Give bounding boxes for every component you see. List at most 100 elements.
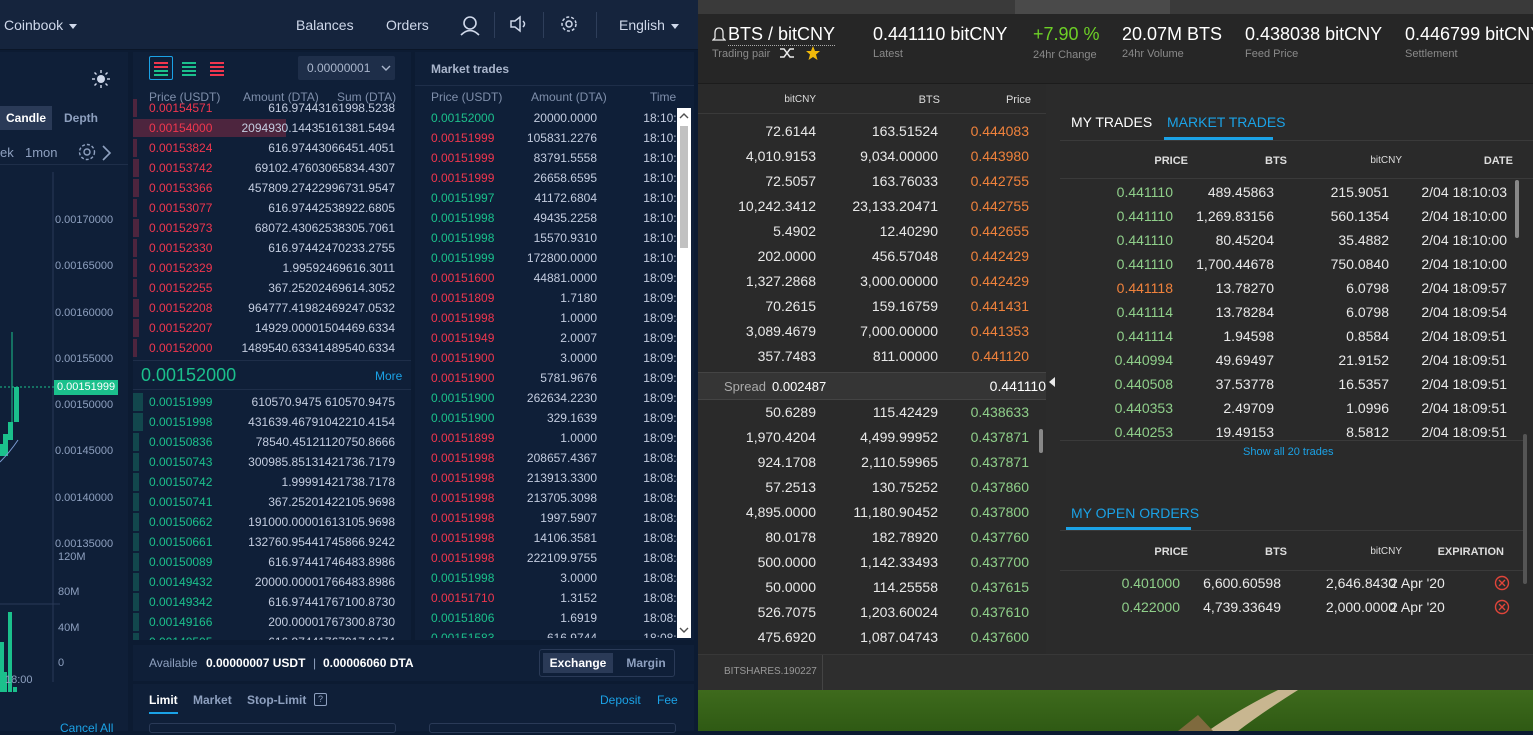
ask-row[interactable]: 0.00153077 616.97442538922.6805 [133, 198, 411, 218]
balances-link[interactable]: Balances [296, 17, 354, 33]
bid-row[interactable]: 1,970.4204 4,499.99952 0.437871 [698, 425, 1038, 450]
exchange-tab[interactable]: Exchange [543, 653, 613, 673]
amount-input[interactable] [429, 723, 676, 733]
ask-row[interactable]: 0.00152255 367.25202469614.3052 [133, 278, 411, 298]
trade-price: 0.00151998 [431, 311, 495, 325]
candle-chart[interactable] [0, 172, 128, 692]
ask-row[interactable]: 0.00152000 1489540.63341489540.6334 [133, 338, 411, 358]
star-icon[interactable] [805, 45, 821, 61]
chevron-up-icon[interactable] [679, 112, 689, 120]
margin-tab[interactable]: Margin [620, 653, 672, 673]
bid-row[interactable]: 0.00149432 20000.00001766483.8986 [133, 572, 411, 592]
order-price: 0.441120 [971, 348, 1029, 364]
ask-row[interactable]: 5.4902 12.40290 0.442655 [698, 219, 1038, 244]
ask-row[interactable]: 0.00152208 964777.41982469247.0532 [133, 298, 411, 318]
bid-row[interactable]: 0.00150742 1.99991421738.7178 [133, 472, 411, 492]
window-tab[interactable] [1015, 0, 1170, 14]
tab-depth[interactable]: Depth [56, 106, 106, 130]
bid-row[interactable]: 0.00150662 191000.00001613105.9698 [133, 512, 411, 532]
ask-row[interactable]: 70.2615 159.16759 0.441431 [698, 294, 1038, 319]
ask-row[interactable]: 0.00153742 69102.47603065834.4307 [133, 158, 411, 178]
tab-candle[interactable]: Candle [0, 106, 52, 130]
ask-row[interactable]: 3,089.4679 7,000.00000 0.441353 [698, 319, 1038, 344]
show-all-trades-link[interactable]: Show all 20 trades [1243, 446, 1334, 458]
bid-row[interactable]: 924.1708 2,110.59965 0.437871 [698, 450, 1038, 475]
chevron-right-icon[interactable] [99, 144, 113, 162]
bid-row[interactable]: 526.7075 1,203.60024 0.437610 [698, 600, 1038, 625]
deposit-link[interactable]: Deposit [600, 693, 641, 707]
bid-row[interactable]: 0.00149166 200.00001767300.8730 [133, 612, 411, 632]
ask-row[interactable]: 0.00154571 616.97443161998.5238 [133, 98, 411, 118]
bid-row[interactable]: 50.6289 115.42429 0.438633 [698, 400, 1038, 425]
bid-row[interactable]: 57.2513 130.75252 0.437860 [698, 475, 1038, 500]
ask-row[interactable]: 0.00152973 68072.43062538305.7061 [133, 218, 411, 238]
ask-row[interactable]: 357.7483 811.00000 0.441120 [698, 344, 1038, 369]
sun-icon[interactable] [91, 69, 111, 89]
chevron-down-icon[interactable] [679, 626, 689, 634]
orderbook-bids-icon[interactable] [178, 57, 200, 79]
ask-row[interactable]: 10,242.3412 23,133.20471 0.442755 [698, 194, 1038, 219]
ask-row[interactable]: 0.00152329 1.99592469616.3011 [133, 258, 411, 278]
bid-row[interactable]: 0.00151999 610570.9475 610570.9475 [133, 392, 411, 412]
ask-row[interactable]: 0.00153824 616.97443066451.4051 [133, 138, 411, 158]
gear-icon[interactable] [560, 15, 578, 33]
scrollbar-thumb[interactable] [1039, 429, 1043, 453]
help-icon[interactable]: ? [314, 693, 327, 706]
more-link[interactable]: More [375, 369, 402, 383]
shuffle-icon[interactable] [779, 46, 795, 60]
bid-row[interactable]: 0.00148505 616.97441767917.8474 [133, 632, 411, 640]
price-input[interactable] [149, 723, 396, 733]
scrollbar-thumb[interactable] [1523, 434, 1527, 584]
brand-dropdown[interactable]: Coinbook [4, 17, 78, 33]
bid-row[interactable]: 475.6920 1,087.04743 0.437600 [698, 625, 1038, 650]
open-orders-title[interactable]: MY OPEN ORDERS [1071, 505, 1199, 521]
scrollbar-thumb[interactable] [1515, 180, 1519, 238]
tab-stop-limit[interactable]: Stop-Limit [247, 693, 306, 707]
bid-row[interactable]: 500.0000 1,142.33493 0.437700 [698, 550, 1038, 575]
trade-price: 0.00152000 [431, 111, 495, 125]
bid-row[interactable]: 50.0000 114.25558 0.437615 [698, 575, 1038, 600]
change-value: +7.90 % [1033, 24, 1100, 44]
precision-select[interactable]: 0.00000001 [298, 56, 395, 80]
trading-pair[interactable]: BTS / bitCNY [728, 24, 836, 46]
tab-my-trades[interactable]: MY TRADES [1071, 114, 1152, 130]
bid-row[interactable]: 4,895.0000 11,180.90452 0.437800 [698, 500, 1038, 525]
cancel-order-icon[interactable] [1494, 599, 1510, 615]
ask-row[interactable]: 0.00154000 2094930.14435161381.5494 [133, 118, 411, 138]
ask-row[interactable]: 1,327.2868 3,000.00000 0.442429 [698, 269, 1038, 294]
tab-limit[interactable]: Limit [149, 693, 178, 707]
cancel-all-link[interactable]: Cancel All [60, 721, 113, 735]
tab-market[interactable]: Market [193, 693, 232, 707]
orders-link[interactable]: Orders [386, 17, 429, 33]
interval-week[interactable]: ek [0, 145, 14, 160]
view-both-button[interactable] [149, 56, 173, 80]
fee-link[interactable]: Fee [657, 693, 678, 707]
user-icon[interactable] [459, 14, 481, 36]
settings-icon[interactable] [77, 142, 97, 162]
interval-month[interactable]: 1mon [25, 145, 58, 160]
scrollbar-thumb[interactable] [680, 126, 688, 248]
orderbook-asks-icon[interactable] [206, 57, 228, 79]
ask-row[interactable]: 4,010.9153 9,034.00000 0.443980 [698, 144, 1038, 169]
ask-row[interactable]: 202.0000 456.57048 0.442429 [698, 244, 1038, 269]
bid-row[interactable]: 0.00149342 616.97441767100.8730 [133, 592, 411, 612]
bid-row[interactable]: 0.00151998 431639.46791042210.4154 [133, 412, 411, 432]
ask-row[interactable]: 0.00153366 457809.27422996731.9547 [133, 178, 411, 198]
cancel-order-icon[interactable] [1494, 575, 1510, 591]
tab-market-trades[interactable]: MARKET TRADES [1167, 114, 1286, 130]
bid-row[interactable]: 0.00150741 367.25201422105.9698 [133, 492, 411, 512]
ask-row[interactable]: 0.00152207 14929.00001504469.6334 [133, 318, 411, 338]
bid-row[interactable]: 0.00150836 78540.45121120750.8666 [133, 432, 411, 452]
bid-row[interactable]: 0.00150661 132760.95441745866.9242 [133, 532, 411, 552]
bid-row[interactable]: 0.00150743 300985.85131421736.7179 [133, 452, 411, 472]
ask-row[interactable]: 0.00152330 616.97442470233.2755 [133, 238, 411, 258]
ask-row[interactable]: 72.5057 163.76033 0.442755 [698, 169, 1038, 194]
bell-icon[interactable] [712, 25, 726, 43]
bts-asks: 72.6144 163.51524 0.444083 4,010.9153 9,034.… [698, 119, 1046, 369]
bid-row[interactable]: 80.0178 182.78920 0.437760 [698, 525, 1038, 550]
scrollbar[interactable] [677, 108, 691, 638]
ask-row[interactable]: 72.6144 163.51524 0.444083 [698, 119, 1038, 144]
speaker-icon[interactable] [509, 15, 529, 33]
language-dropdown[interactable]: English [619, 17, 679, 33]
bid-row[interactable]: 0.00150089 616.97441746483.8986 [133, 552, 411, 572]
